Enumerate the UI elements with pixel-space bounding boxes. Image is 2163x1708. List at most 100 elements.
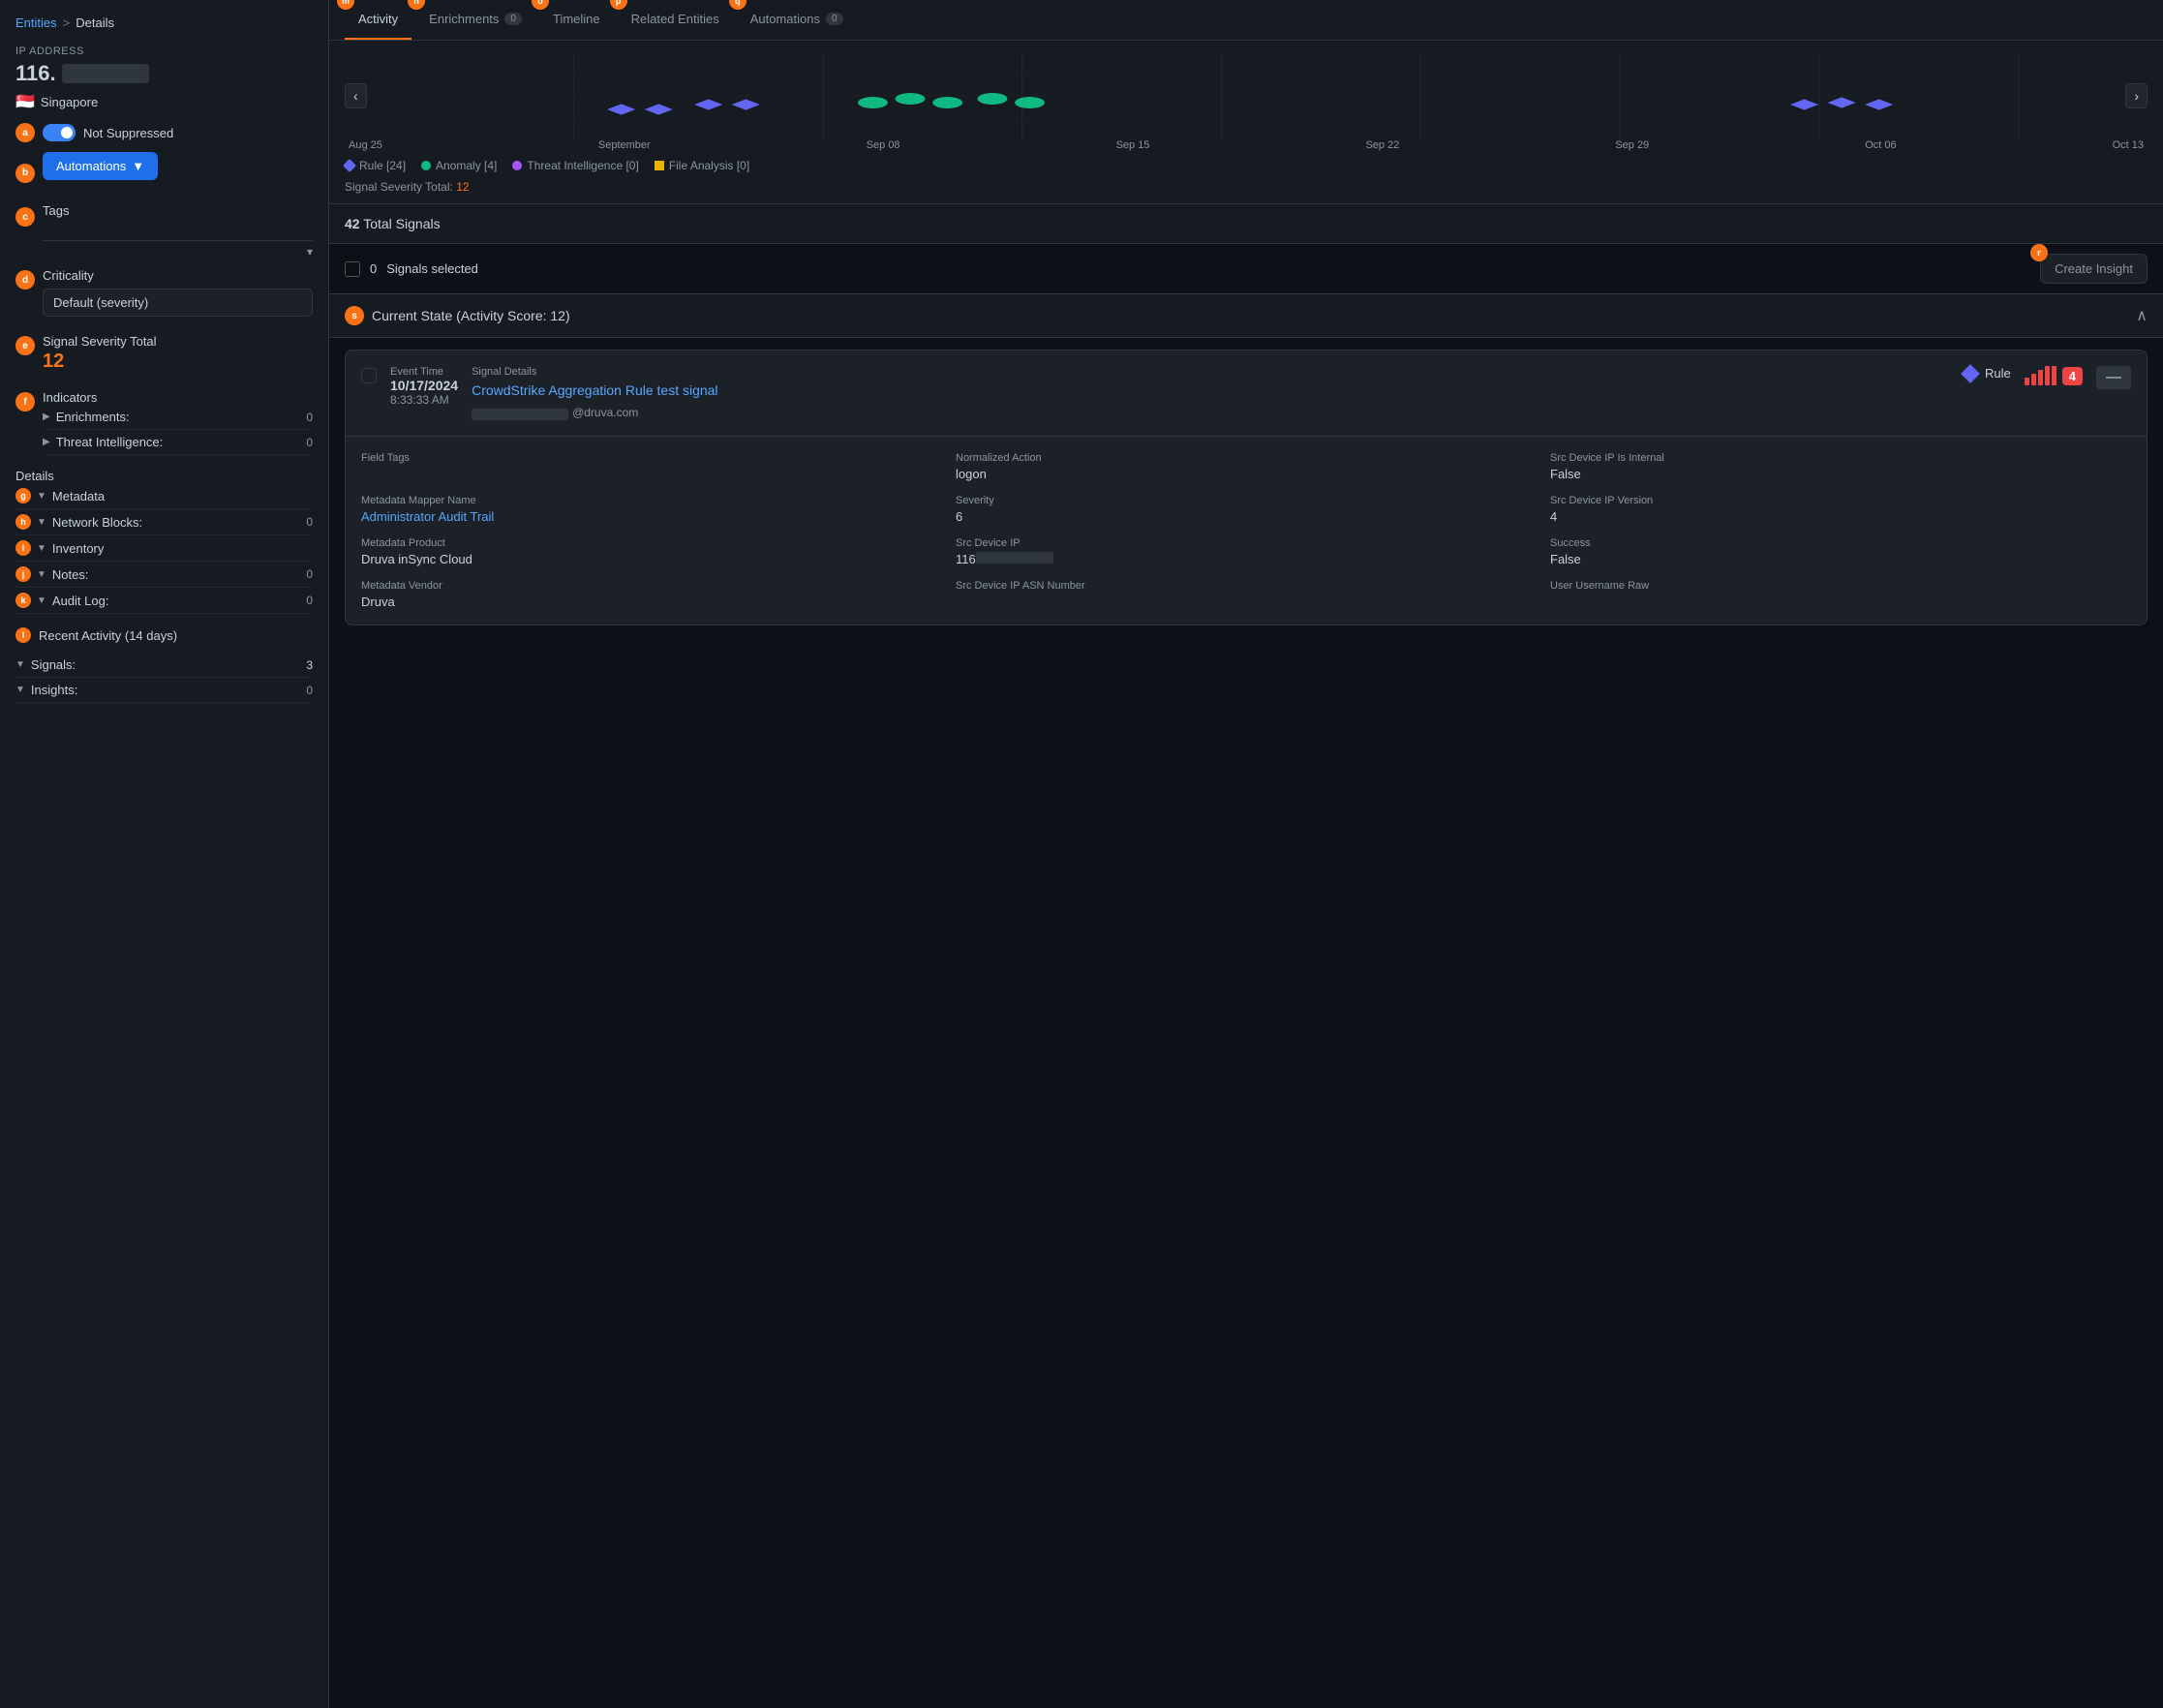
signal-email-suffix: @druva.com <box>572 406 638 419</box>
date-oct06: Oct 06 <box>1865 139 1896 151</box>
badge-f: f <box>15 392 35 412</box>
signal-severity-chart-value: 12 <box>456 180 469 194</box>
badge-i: i <box>15 540 31 556</box>
chart-svg <box>375 52 2118 139</box>
metadata-product-label: Metadata Product <box>361 537 942 549</box>
legend-file-analysis: File Analysis [0] <box>655 159 749 172</box>
event-time-label: Event Time <box>390 366 458 378</box>
breadcrumb: Entities > Details <box>15 15 313 30</box>
metadata-product-group: Metadata Product Druva inSync Cloud <box>361 537 942 566</box>
normalized-action-label: Normalized Action <box>956 452 1537 464</box>
threat-intel-row[interactable]: ▶ Threat Intelligence: 0 <box>43 430 313 455</box>
event-date: 10/17/2024 <box>390 378 458 393</box>
date-sep22: Sep 22 <box>1365 139 1399 151</box>
signal-checkbox[interactable] <box>361 368 377 383</box>
signal-severity-block: 4 <box>2025 366 2083 385</box>
severity-field-label: Severity <box>956 495 1537 506</box>
signal-severity-chart-row: Signal Severity Total: 12 <box>345 180 2148 203</box>
tags-label: Tags <box>43 203 313 218</box>
chart-navigation: ‹ <box>345 52 2148 139</box>
insights-chevron: ▼ <box>15 685 25 695</box>
breadcrumb-separator: > <box>63 15 71 30</box>
signal-collapse-button[interactable]: — <box>2096 366 2131 389</box>
entities-link[interactable]: Entities <box>15 15 57 30</box>
badge-h: h <box>15 514 31 530</box>
enrichments-row[interactable]: ▶ Enrichments: 0 <box>43 405 313 430</box>
signals-row[interactable]: ▼ Signals: 3 <box>15 653 313 678</box>
create-insight-button[interactable]: Create Insight <box>2040 254 2148 284</box>
badge-s: s <box>345 306 364 325</box>
legend-threat-icon <box>512 161 522 170</box>
signal-card: Event Time 10/17/2024 8:33:33 AM Signal … <box>345 350 2148 625</box>
network-blocks-chevron: ▼ <box>37 517 46 528</box>
chart-next-button[interactable]: › <box>2125 83 2148 108</box>
date-sep08: Sep 08 <box>867 139 900 151</box>
signal-name[interactable]: CrowdStrike Aggregation Rule test signal <box>472 381 1950 401</box>
success-label: Success <box>1550 537 2131 549</box>
suppressed-toggle-wrap: Not Suppressed <box>43 124 173 141</box>
insights-row[interactable]: ▼ Insights: 0 <box>15 678 313 703</box>
create-insight-wrapper: r Create Insight <box>2040 254 2148 284</box>
rule-label: Rule <box>1985 366 2011 381</box>
signals-header: 42 Total Signals <box>329 204 2163 244</box>
metadata-mapper-value[interactable]: Administrator Audit Trail <box>361 509 942 524</box>
country-name: Singapore <box>41 95 98 109</box>
threat-intel-label: Threat Intelligence: <box>56 435 301 449</box>
src-device-ip-version-label: Src Device IP Version <box>1550 495 2131 506</box>
legend-file-label: File Analysis [0] <box>669 159 749 172</box>
details-title: Details <box>15 469 313 483</box>
legend-anomaly: Anomaly [4] <box>421 159 497 172</box>
audit-log-chevron: ▼ <box>37 595 46 606</box>
date-aug25: Aug 25 <box>349 139 382 151</box>
legend-file-icon <box>655 161 664 170</box>
network-blocks-label: Network Blocks: <box>52 515 300 530</box>
network-blocks-count: 0 <box>306 515 313 529</box>
chart-prev-button[interactable]: ‹ <box>345 83 367 108</box>
src-device-ip-value: 116 <box>956 552 1537 566</box>
select-all-checkbox[interactable] <box>345 261 360 277</box>
metadata-row[interactable]: g ▼ Metadata <box>15 483 313 509</box>
legend-rule-label: Rule [24] <box>359 159 406 172</box>
threat-intel-count: 0 <box>306 436 313 449</box>
breadcrumb-current: Details <box>76 15 114 30</box>
audit-log-row[interactable]: k ▼ Audit Log: 0 <box>15 588 313 614</box>
src-device-ip-version-value: 4 <box>1550 509 2131 524</box>
tab-timeline-label: Timeline <box>553 12 600 26</box>
suppressed-toggle[interactable] <box>43 124 76 141</box>
network-blocks-row[interactable]: h ▼ Network Blocks: 0 <box>15 509 313 535</box>
recent-activity-section: l Recent Activity (14 days) ▼ Signals: 3… <box>15 627 313 703</box>
metadata-chevron: ▼ <box>37 491 46 502</box>
tab-automations[interactable]: q Automations 0 <box>737 0 857 40</box>
sev-bar-2 <box>2031 374 2036 385</box>
field-tags-label: Field Tags <box>361 452 942 464</box>
tab-enrichments[interactable]: n Enrichments 0 <box>415 0 535 40</box>
automations-button[interactable]: Automations ▼ <box>43 152 158 180</box>
tab-related-entities[interactable]: p Related Entities <box>618 0 733 40</box>
recent-activity-header: l Recent Activity (14 days) <box>15 627 313 643</box>
ip-address-value: 116. <box>15 61 313 86</box>
current-state-header[interactable]: s Current State (Activity Score: 12) ∧ <box>329 294 2163 338</box>
inventory-label: Inventory <box>52 541 313 556</box>
user-username-raw-label: User Username Raw <box>1550 580 2131 592</box>
badge-d: d <box>15 270 35 290</box>
signal-card-bottom: Field Tags Normalized Action logon Src D… <box>346 436 2147 625</box>
notes-row[interactable]: j ▼ Notes: 0 <box>15 562 313 588</box>
chevron-icon-2: ▶ <box>43 437 50 447</box>
inventory-row[interactable]: i ▼ Inventory <box>15 535 313 562</box>
badge-b: b <box>15 164 35 183</box>
signal-details-label: Signal Details <box>472 366 1950 378</box>
automations-badge: 0 <box>826 13 843 25</box>
notes-count: 0 <box>306 567 313 581</box>
severity-field-group: Severity 6 <box>956 495 1537 524</box>
criticality-select[interactable]: Default (severity) <box>43 289 313 317</box>
chart-dates: Aug 25 September Sep 08 Sep 15 Sep 22 Se… <box>345 139 2148 151</box>
metadata-vendor-group: Metadata Vendor Druva <box>361 580 942 609</box>
tab-timeline[interactable]: o Timeline <box>539 0 614 40</box>
badge-g: g <box>15 488 31 503</box>
signals-selected-count: 0 <box>370 261 377 276</box>
tags-input[interactable] <box>43 218 313 241</box>
tags-row: c Tags ▾ <box>15 203 313 259</box>
legend-anomaly-label: Anomaly [4] <box>436 159 497 172</box>
ip-address-label: IP Address <box>15 46 313 57</box>
tab-activity[interactable]: m Activity <box>345 0 411 40</box>
